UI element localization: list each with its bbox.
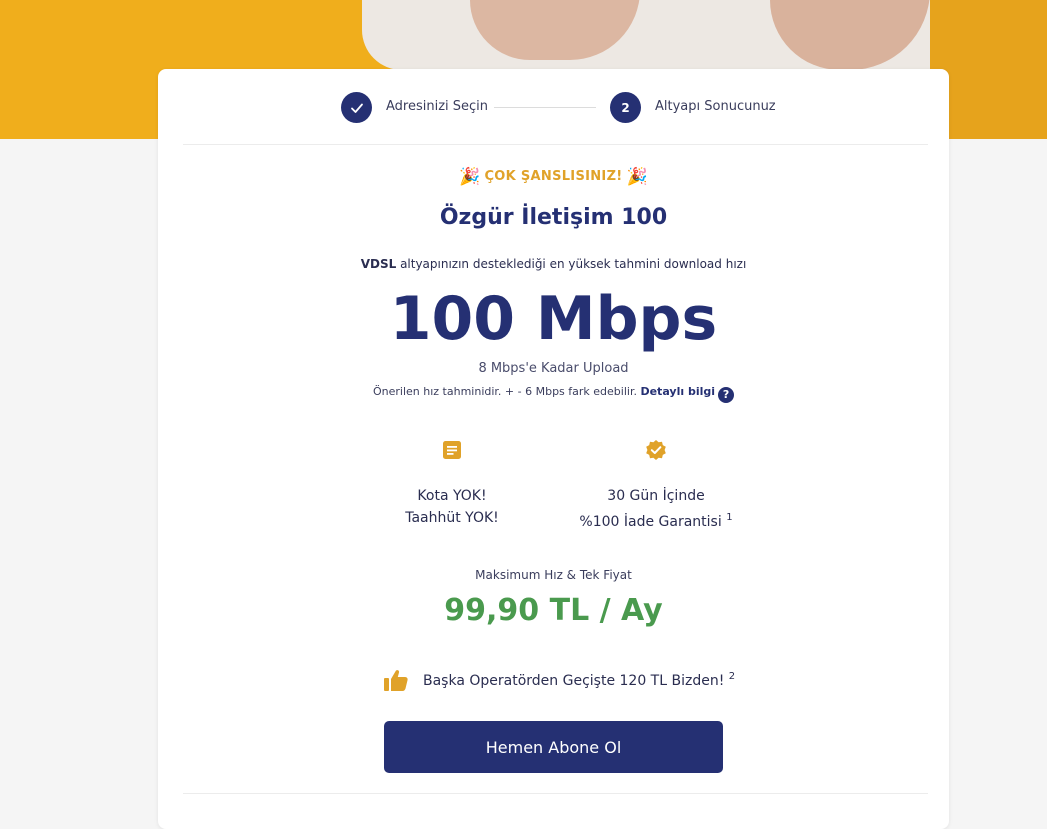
feature-refund-guarantee: 30 Gün İçinde %100 İade Garantisi 1	[546, 439, 766, 533]
feature-line-2: %100 İade Garantisi	[579, 514, 722, 530]
feature-no-quota: Kota YOK! Taahhüt YOK!	[342, 439, 562, 529]
step-2-current: 2	[610, 92, 641, 123]
infrastructure-description: VDSL altyapınızın desteklediği en yüksek…	[158, 257, 949, 271]
footnote-marker: 2	[728, 671, 736, 682]
detail-info-link[interactable]: Detaylı bilgi	[640, 385, 715, 398]
party-popper-icon: 🎉	[626, 167, 648, 187]
speed-note: Önerilen hız tahminidir. + - 6 Mbps fark…	[158, 385, 949, 403]
document-icon	[443, 441, 461, 459]
download-speed: 100 Mbps	[389, 284, 718, 354]
step-connector	[494, 107, 596, 108]
infrastructure-desc-text: altyapınızın desteklediği en yüksek tahm…	[396, 257, 747, 271]
infrastructure-type: VDSL	[360, 257, 397, 271]
lucky-banner: 🎉 ÇOK ŞANSLISINIZ! 🎉	[158, 167, 949, 187]
step-1-complete[interactable]	[341, 92, 372, 123]
verified-badge-icon	[646, 440, 666, 460]
infrastructure-result-card: Adresinizi Seçin 2 Altyapı Sonucunuz 🎉 ÇO…	[158, 69, 949, 829]
check-icon	[350, 103, 363, 113]
footnote-marker: 1	[726, 512, 733, 523]
feature-line-1: Kota YOK!	[417, 488, 487, 504]
step-2-label: Altyapı Sonucunuz	[655, 99, 776, 114]
price-label: Maksimum Hız & Tek Fiyat	[475, 568, 632, 582]
divider	[183, 144, 928, 145]
party-popper-icon: 🎉	[459, 167, 481, 187]
monthly-price: 99,90 TL / Ay	[444, 593, 663, 628]
divider	[183, 793, 928, 794]
help-icon[interactable]: ?	[718, 386, 735, 403]
speed-note-text: Önerilen hız tahminidir. + - 6 Mbps fark…	[372, 385, 641, 398]
feature-line-1: 30 Gün İçinde	[607, 488, 705, 504]
thumbs-up-icon	[384, 670, 408, 691]
step-1-label[interactable]: Adresinizi Seçin	[386, 99, 488, 114]
upload-speed: 8 Mbps'e Kadar Upload	[478, 361, 629, 376]
feature-line-2: Taahhüt YOK!	[405, 510, 499, 526]
lucky-text: ÇOK ŞANSLISINIZ!	[484, 169, 623, 184]
plan-title: Özgür İletişim 100	[439, 205, 668, 230]
switch-offer-text: Başka Operatörden Geçişte 120 TL Bizden!	[423, 673, 725, 689]
operator-switch-offer: Başka Operatörden Geçişte 120 TL Bizden!…	[383, 667, 735, 693]
progress-stepper: Adresinizi Seçin 2 Altyapı Sonucunuz	[158, 92, 949, 124]
subscribe-now-button[interactable]: Hemen Abone Ol	[384, 721, 723, 773]
step-2-number: 2	[621, 100, 630, 115]
